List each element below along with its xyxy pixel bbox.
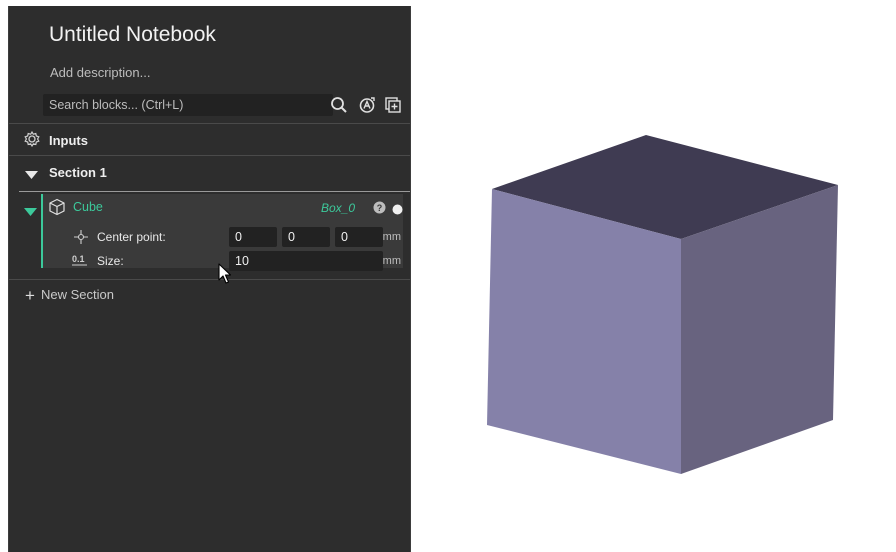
block-name[interactable]: Cube xyxy=(73,200,103,214)
divider xyxy=(9,279,410,280)
search-placeholder: Search blocks... (Ctrl+L) xyxy=(49,98,184,112)
search-icon[interactable] xyxy=(329,95,349,115)
notebook-title[interactable]: Untitled Notebook xyxy=(49,23,216,47)
cube-left-face xyxy=(487,189,681,474)
chevron-down-icon[interactable] xyxy=(25,167,38,185)
center-point-unit: mm xyxy=(382,231,401,243)
search-input[interactable]: Search blocks... (Ctrl+L) xyxy=(43,94,333,116)
size-input[interactable]: 10 xyxy=(229,251,383,271)
svg-text:0.1: 0.1 xyxy=(72,254,85,264)
status-dot-icon[interactable] xyxy=(392,202,403,220)
block-variable[interactable]: Box_0 xyxy=(321,201,355,215)
new-section-label: New Section xyxy=(41,287,114,302)
size-unit: mm xyxy=(382,255,401,267)
new-section-button[interactable]: + New Section xyxy=(25,286,114,306)
decimal-number-icon: 0.1 xyxy=(71,252,91,273)
plus-icon: + xyxy=(25,286,35,305)
center-point-x-input[interactable]: 0 xyxy=(229,227,277,247)
cube-block: Cube Box_0 ? Center point: 0 0 0 mm 0.1 … xyxy=(41,194,403,271)
3d-viewport[interactable] xyxy=(411,0,896,552)
inputs-header[interactable]: Inputs xyxy=(49,133,88,148)
block-header[interactable]: Cube Box_0 ? xyxy=(43,196,403,218)
center-point-z-input[interactable]: 0 xyxy=(335,227,383,247)
mouse-cursor-icon xyxy=(218,263,232,284)
gear-icon[interactable] xyxy=(23,130,41,153)
divider xyxy=(9,155,410,156)
add-block-icon[interactable] xyxy=(383,95,403,115)
block-chevron-down-icon[interactable] xyxy=(24,204,37,222)
notebook-description[interactable]: Add description... xyxy=(50,65,150,80)
divider xyxy=(9,123,410,124)
section-divider xyxy=(19,191,410,192)
param-row-center-point: Center point: 0 0 0 mm xyxy=(43,226,403,248)
size-label: Size: xyxy=(97,254,124,268)
notebook-panel: Untitled Notebook Add description... Sea… xyxy=(8,6,411,552)
crosshair-icon xyxy=(73,229,89,250)
ai-assistant-icon[interactable] xyxy=(357,95,377,115)
help-icon[interactable]: ? xyxy=(373,201,386,219)
center-point-y-input[interactable]: 0 xyxy=(282,227,330,247)
cube-render xyxy=(487,135,838,474)
cube-icon xyxy=(48,198,66,221)
section-header[interactable]: Section 1 xyxy=(49,165,107,180)
center-point-label: Center point: xyxy=(97,230,166,244)
svg-text:?: ? xyxy=(377,203,383,213)
